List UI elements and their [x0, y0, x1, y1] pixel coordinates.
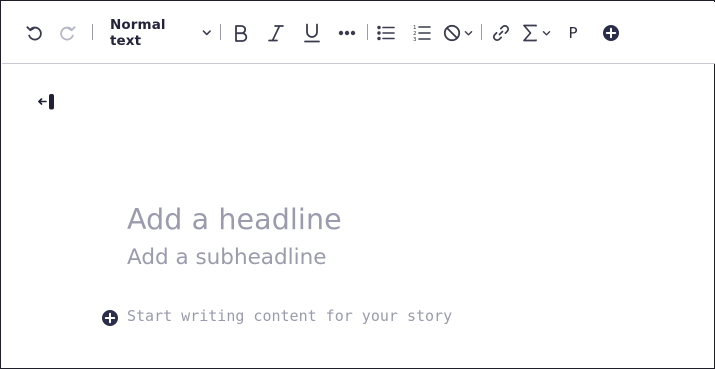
- redo-icon: [60, 26, 76, 41]
- content-input[interactable]: Start writing content for your story: [127, 307, 452, 325]
- insert-button[interactable]: [600, 19, 622, 47]
- formatting-toolbar: Normal text 1 2 3 P: [2, 2, 715, 64]
- insert-plus-icon: [603, 25, 619, 41]
- clear-formatting-icon: [443, 24, 461, 42]
- numbered-list-button[interactable]: 1 2 3: [411, 19, 433, 47]
- underline-icon: [304, 23, 320, 43]
- toolbar-separator: [367, 24, 368, 40]
- chevron-down-icon: [203, 30, 212, 36]
- text-style-label: Normal text: [110, 17, 166, 49]
- link-button[interactable]: [490, 19, 512, 47]
- bold-icon: [235, 25, 248, 42]
- plus-circle-icon: [102, 310, 118, 326]
- paragraph-button[interactable]: P: [564, 19, 582, 47]
- more-formatting-button[interactable]: [335, 19, 359, 47]
- clear-formatting-dropdown[interactable]: [443, 19, 477, 47]
- math-dropdown[interactable]: [522, 19, 556, 47]
- svg-text:3: 3: [413, 37, 417, 42]
- italic-icon: [268, 25, 284, 42]
- editor-canvas[interactable]: Add a headline Add a subheadline Start w…: [2, 65, 715, 369]
- bold-button[interactable]: [230, 19, 252, 47]
- bullet-list-button[interactable]: [375, 19, 397, 47]
- text-style-dropdown[interactable]: Normal text: [110, 17, 212, 49]
- more-formatting-icon: [338, 30, 356, 36]
- redo-button[interactable]: [56, 19, 80, 47]
- link-icon: [493, 25, 509, 41]
- toolbar-separator: [92, 24, 93, 40]
- sigma-icon: [523, 24, 537, 42]
- toolbar-separator: [481, 24, 482, 40]
- add-block-button[interactable]: [101, 309, 119, 327]
- headline-input[interactable]: Add a headline: [127, 203, 342, 236]
- subheadline-input[interactable]: Add a subheadline: [127, 245, 326, 270]
- italic-button[interactable]: [265, 19, 287, 47]
- editor-window: Normal text 1 2 3 P Add a headline Add a…: [0, 0, 715, 369]
- toolbar-separator: [220, 24, 221, 40]
- chevron-down-icon: [542, 30, 551, 36]
- undo-icon: [26, 26, 42, 41]
- bullet-list-icon: [377, 25, 395, 41]
- text-cursor-marker-icon: [38, 93, 58, 111]
- undo-button[interactable]: [22, 19, 46, 47]
- paragraph-label: P: [568, 24, 578, 42]
- chevron-down-icon: [464, 30, 473, 36]
- numbered-list-icon: 1 2 3: [413, 25, 431, 42]
- underline-button[interactable]: [300, 19, 324, 47]
